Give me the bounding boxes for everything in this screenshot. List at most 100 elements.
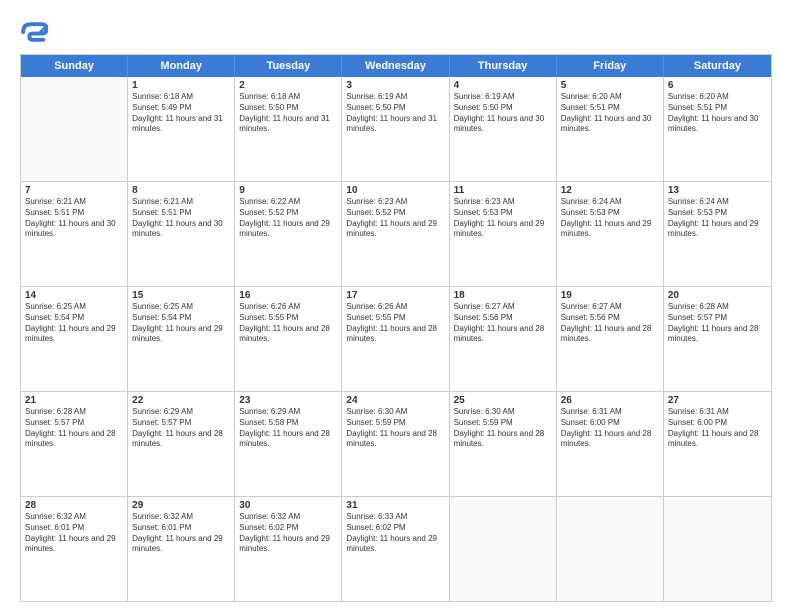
day-number: 5 bbox=[561, 80, 659, 91]
day-number: 16 bbox=[239, 290, 337, 301]
day-content: Sunrise: 6:25 AMSunset: 5:54 PMDaylight:… bbox=[25, 302, 123, 345]
header-day-friday: Friday bbox=[557, 55, 664, 77]
calendar-day-5: 5 Sunrise: 6:20 AMSunset: 5:51 PMDayligh… bbox=[557, 77, 664, 181]
calendar-day-4: 4 Sunrise: 6:19 AMSunset: 5:50 PMDayligh… bbox=[450, 77, 557, 181]
day-content: Sunrise: 6:27 AMSunset: 5:56 PMDaylight:… bbox=[454, 302, 552, 345]
calendar-week-3: 14 Sunrise: 6:25 AMSunset: 5:54 PMDaylig… bbox=[21, 287, 771, 392]
calendar-empty-cell bbox=[21, 77, 128, 181]
page: SundayMondayTuesdayWednesdayThursdayFrid… bbox=[0, 0, 792, 612]
day-content: Sunrise: 6:22 AMSunset: 5:52 PMDaylight:… bbox=[239, 197, 337, 240]
day-content: Sunrise: 6:26 AMSunset: 5:55 PMDaylight:… bbox=[346, 302, 444, 345]
calendar-day-11: 11 Sunrise: 6:23 AMSunset: 5:53 PMDaylig… bbox=[450, 182, 557, 286]
calendar-day-6: 6 Sunrise: 6:20 AMSunset: 5:51 PMDayligh… bbox=[664, 77, 771, 181]
day-number: 13 bbox=[668, 185, 767, 196]
calendar-week-4: 21 Sunrise: 6:28 AMSunset: 5:57 PMDaylig… bbox=[21, 392, 771, 497]
day-content: Sunrise: 6:18 AMSunset: 5:49 PMDaylight:… bbox=[132, 92, 230, 135]
calendar-day-28: 28 Sunrise: 6:32 AMSunset: 6:01 PMDaylig… bbox=[21, 497, 128, 601]
calendar-day-29: 29 Sunrise: 6:32 AMSunset: 6:01 PMDaylig… bbox=[128, 497, 235, 601]
day-number: 18 bbox=[454, 290, 552, 301]
header-day-tuesday: Tuesday bbox=[235, 55, 342, 77]
day-number: 15 bbox=[132, 290, 230, 301]
calendar-day-15: 15 Sunrise: 6:25 AMSunset: 5:54 PMDaylig… bbox=[128, 287, 235, 391]
day-number: 4 bbox=[454, 80, 552, 91]
calendar-day-7: 7 Sunrise: 6:21 AMSunset: 5:51 PMDayligh… bbox=[21, 182, 128, 286]
day-content: Sunrise: 6:33 AMSunset: 6:02 PMDaylight:… bbox=[346, 512, 444, 555]
calendar-day-26: 26 Sunrise: 6:31 AMSunset: 6:00 PMDaylig… bbox=[557, 392, 664, 496]
day-content: Sunrise: 6:25 AMSunset: 5:54 PMDaylight:… bbox=[132, 302, 230, 345]
header-day-sunday: Sunday bbox=[21, 55, 128, 77]
header-day-thursday: Thursday bbox=[450, 55, 557, 77]
calendar-day-27: 27 Sunrise: 6:31 AMSunset: 6:00 PMDaylig… bbox=[664, 392, 771, 496]
calendar-day-3: 3 Sunrise: 6:19 AMSunset: 5:50 PMDayligh… bbox=[342, 77, 449, 181]
calendar-day-12: 12 Sunrise: 6:24 AMSunset: 5:53 PMDaylig… bbox=[557, 182, 664, 286]
calendar-header-row: SundayMondayTuesdayWednesdayThursdayFrid… bbox=[21, 55, 771, 77]
calendar-day-20: 20 Sunrise: 6:28 AMSunset: 5:57 PMDaylig… bbox=[664, 287, 771, 391]
day-content: Sunrise: 6:20 AMSunset: 5:51 PMDaylight:… bbox=[668, 92, 767, 135]
calendar-day-23: 23 Sunrise: 6:29 AMSunset: 5:58 PMDaylig… bbox=[235, 392, 342, 496]
calendar-day-1: 1 Sunrise: 6:18 AMSunset: 5:49 PMDayligh… bbox=[128, 77, 235, 181]
day-content: Sunrise: 6:24 AMSunset: 5:53 PMDaylight:… bbox=[668, 197, 767, 240]
day-number: 27 bbox=[668, 395, 767, 406]
day-content: Sunrise: 6:19 AMSunset: 5:50 PMDaylight:… bbox=[346, 92, 444, 135]
calendar-empty-cell bbox=[450, 497, 557, 601]
day-content: Sunrise: 6:19 AMSunset: 5:50 PMDaylight:… bbox=[454, 92, 552, 135]
header-day-wednesday: Wednesday bbox=[342, 55, 449, 77]
day-content: Sunrise: 6:21 AMSunset: 5:51 PMDaylight:… bbox=[25, 197, 123, 240]
calendar-day-30: 30 Sunrise: 6:32 AMSunset: 6:02 PMDaylig… bbox=[235, 497, 342, 601]
calendar-day-31: 31 Sunrise: 6:33 AMSunset: 6:02 PMDaylig… bbox=[342, 497, 449, 601]
day-number: 28 bbox=[25, 500, 123, 511]
calendar-day-14: 14 Sunrise: 6:25 AMSunset: 5:54 PMDaylig… bbox=[21, 287, 128, 391]
calendar-empty-cell bbox=[664, 497, 771, 601]
day-content: Sunrise: 6:18 AMSunset: 5:50 PMDaylight:… bbox=[239, 92, 337, 135]
day-number: 31 bbox=[346, 500, 444, 511]
day-content: Sunrise: 6:32 AMSunset: 6:01 PMDaylight:… bbox=[25, 512, 123, 555]
calendar-day-13: 13 Sunrise: 6:24 AMSunset: 5:53 PMDaylig… bbox=[664, 182, 771, 286]
day-number: 9 bbox=[239, 185, 337, 196]
day-number: 20 bbox=[668, 290, 767, 301]
day-number: 25 bbox=[454, 395, 552, 406]
day-number: 30 bbox=[239, 500, 337, 511]
day-content: Sunrise: 6:31 AMSunset: 6:00 PMDaylight:… bbox=[561, 407, 659, 450]
day-number: 7 bbox=[25, 185, 123, 196]
day-number: 23 bbox=[239, 395, 337, 406]
day-content: Sunrise: 6:20 AMSunset: 5:51 PMDaylight:… bbox=[561, 92, 659, 135]
day-content: Sunrise: 6:31 AMSunset: 6:00 PMDaylight:… bbox=[668, 407, 767, 450]
day-number: 8 bbox=[132, 185, 230, 196]
day-content: Sunrise: 6:27 AMSunset: 5:56 PMDaylight:… bbox=[561, 302, 659, 345]
day-content: Sunrise: 6:28 AMSunset: 5:57 PMDaylight:… bbox=[668, 302, 767, 345]
day-number: 22 bbox=[132, 395, 230, 406]
day-number: 10 bbox=[346, 185, 444, 196]
day-number: 29 bbox=[132, 500, 230, 511]
day-number: 6 bbox=[668, 80, 767, 91]
day-number: 17 bbox=[346, 290, 444, 301]
day-content: Sunrise: 6:24 AMSunset: 5:53 PMDaylight:… bbox=[561, 197, 659, 240]
calendar-day-18: 18 Sunrise: 6:27 AMSunset: 5:56 PMDaylig… bbox=[450, 287, 557, 391]
day-number: 3 bbox=[346, 80, 444, 91]
day-content: Sunrise: 6:21 AMSunset: 5:51 PMDaylight:… bbox=[132, 197, 230, 240]
day-content: Sunrise: 6:26 AMSunset: 5:55 PMDaylight:… bbox=[239, 302, 337, 345]
day-content: Sunrise: 6:32 AMSunset: 6:01 PMDaylight:… bbox=[132, 512, 230, 555]
header-day-monday: Monday bbox=[128, 55, 235, 77]
calendar-day-2: 2 Sunrise: 6:18 AMSunset: 5:50 PMDayligh… bbox=[235, 77, 342, 181]
day-content: Sunrise: 6:28 AMSunset: 5:57 PMDaylight:… bbox=[25, 407, 123, 450]
calendar-day-9: 9 Sunrise: 6:22 AMSunset: 5:52 PMDayligh… bbox=[235, 182, 342, 286]
calendar: SundayMondayTuesdayWednesdayThursdayFrid… bbox=[20, 54, 772, 602]
calendar-week-5: 28 Sunrise: 6:32 AMSunset: 6:01 PMDaylig… bbox=[21, 497, 771, 601]
calendar-week-2: 7 Sunrise: 6:21 AMSunset: 5:51 PMDayligh… bbox=[21, 182, 771, 287]
header-day-saturday: Saturday bbox=[664, 55, 771, 77]
day-number: 14 bbox=[25, 290, 123, 301]
calendar-day-17: 17 Sunrise: 6:26 AMSunset: 5:55 PMDaylig… bbox=[342, 287, 449, 391]
calendar-day-22: 22 Sunrise: 6:29 AMSunset: 5:57 PMDaylig… bbox=[128, 392, 235, 496]
calendar-empty-cell bbox=[557, 497, 664, 601]
day-content: Sunrise: 6:30 AMSunset: 5:59 PMDaylight:… bbox=[454, 407, 552, 450]
calendar-day-19: 19 Sunrise: 6:27 AMSunset: 5:56 PMDaylig… bbox=[557, 287, 664, 391]
day-number: 24 bbox=[346, 395, 444, 406]
header bbox=[20, 18, 772, 46]
day-number: 19 bbox=[561, 290, 659, 301]
logo-icon bbox=[20, 18, 48, 46]
calendar-body: 1 Sunrise: 6:18 AMSunset: 5:49 PMDayligh… bbox=[21, 77, 771, 601]
calendar-day-25: 25 Sunrise: 6:30 AMSunset: 5:59 PMDaylig… bbox=[450, 392, 557, 496]
calendar-day-8: 8 Sunrise: 6:21 AMSunset: 5:51 PMDayligh… bbox=[128, 182, 235, 286]
calendar-day-10: 10 Sunrise: 6:23 AMSunset: 5:52 PMDaylig… bbox=[342, 182, 449, 286]
day-content: Sunrise: 6:23 AMSunset: 5:52 PMDaylight:… bbox=[346, 197, 444, 240]
